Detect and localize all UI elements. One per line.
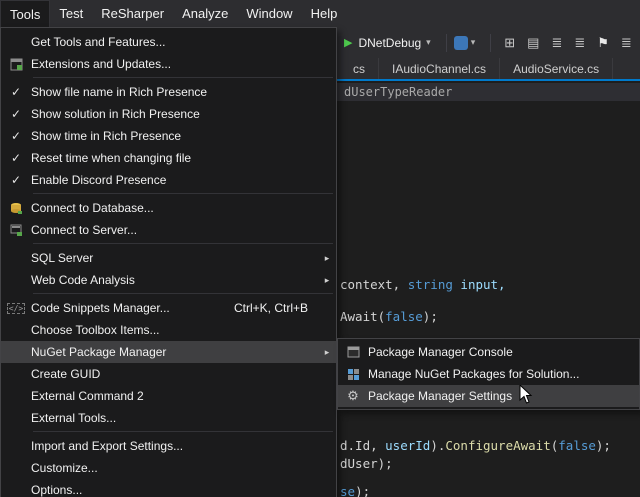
extensions-icon bbox=[1, 58, 31, 71]
menu-analyze[interactable]: Analyze bbox=[173, 0, 237, 27]
attach-icon[interactable] bbox=[454, 36, 468, 50]
menu-window[interactable]: Window bbox=[237, 0, 301, 27]
debug-target-label[interactable]: DNetDebug bbox=[358, 36, 421, 50]
mouse-cursor bbox=[519, 385, 533, 410]
menu-item-choose-toolbox-items[interactable]: Choose Toolbox Items... bbox=[1, 319, 336, 341]
check-icon: ✓ bbox=[1, 151, 31, 165]
menu-item-sql-server[interactable]: SQL Server ▸ bbox=[1, 247, 336, 269]
menu-item-show-file-name-rich-presence[interactable]: ✓ Show file name in Rich Presence bbox=[1, 81, 336, 103]
check-icon: ✓ bbox=[1, 173, 31, 187]
menu-item-nuget-package-manager[interactable]: NuGet Package Manager ▸ bbox=[1, 341, 336, 363]
menu-separator bbox=[33, 243, 333, 244]
indent-list-icon[interactable]: ≣ bbox=[574, 35, 585, 51]
tab-audioservice[interactable]: AudioService.cs bbox=[500, 58, 613, 79]
check-icon: ✓ bbox=[1, 85, 31, 99]
gear-icon: ⚙ bbox=[338, 388, 368, 404]
menu-item-manage-nuget-packages-solution[interactable]: Manage NuGet Packages for Solution... bbox=[338, 363, 639, 385]
line-list-icon[interactable]: ≣ bbox=[551, 35, 562, 51]
menu-item-create-guid[interactable]: Create GUID bbox=[1, 363, 336, 385]
menu-item-show-time-rich-presence[interactable]: ✓ Show time in Rich Presence bbox=[1, 125, 336, 147]
code-line: context, string input, bbox=[340, 277, 506, 293]
menu-tools[interactable]: Tools bbox=[0, 0, 50, 27]
submenu-arrow-icon: ▸ bbox=[318, 347, 336, 358]
code-line: se); bbox=[340, 484, 370, 497]
menu-item-get-tools-and-features[interactable]: Get Tools and Features... bbox=[1, 31, 336, 53]
menu-separator bbox=[33, 431, 333, 432]
menu-item-code-snippets-manager[interactable]: </> Code Snippets Manager... Ctrl+K, Ctr… bbox=[1, 297, 336, 319]
menu-item-show-solution-rich-presence[interactable]: ✓ Show solution in Rich Presence bbox=[1, 103, 336, 125]
menu-item-enable-discord-presence[interactable]: ✓ Enable Discord Presence bbox=[1, 169, 336, 191]
tools-menu: Get Tools and Features... Extensions and… bbox=[0, 27, 337, 497]
menu-item-connect-to-server[interactable]: Connect to Server... bbox=[1, 219, 336, 241]
new-window-icon[interactable]: ⊞ bbox=[504, 35, 515, 51]
debug-target-dropdown-icon[interactable]: ▾ bbox=[426, 37, 431, 48]
code-snippets-icon: </> bbox=[1, 303, 31, 314]
menu-item-external-command-2[interactable]: External Command 2 bbox=[1, 385, 336, 407]
menu-item-import-export-settings[interactable]: Import and Export Settings... bbox=[1, 435, 336, 457]
menu-item-package-manager-settings[interactable]: ⚙ Package Manager Settings bbox=[338, 385, 639, 407]
nav-text: dUserTypeReader bbox=[344, 85, 452, 99]
check-icon: ✓ bbox=[1, 129, 31, 143]
shortcut-label: Ctrl+K, Ctrl+B bbox=[234, 301, 308, 315]
menu-item-web-code-analysis[interactable]: Web Code Analysis ▸ bbox=[1, 269, 336, 291]
menu-item-customize[interactable]: Customize... bbox=[1, 457, 336, 479]
tab-document[interactable]: cs bbox=[340, 58, 379, 79]
code-line: Await(false); bbox=[340, 309, 438, 325]
menu-separator bbox=[33, 193, 333, 194]
menubar: Tools Test ReSharper Analyze Window Help bbox=[0, 0, 640, 27]
database-connect-icon bbox=[1, 202, 31, 215]
menu-test[interactable]: Test bbox=[50, 0, 92, 27]
menu-separator bbox=[33, 293, 333, 294]
code-line: dUser); bbox=[340, 456, 393, 472]
start-debug-icon[interactable]: ▶ bbox=[344, 36, 352, 49]
attach-dropdown-icon[interactable]: ▾ bbox=[471, 37, 476, 48]
server-connect-icon bbox=[1, 224, 31, 237]
menu-item-extensions-and-updates[interactable]: Extensions and Updates... bbox=[1, 53, 336, 75]
menu-item-connect-to-database[interactable]: Connect to Database... bbox=[1, 197, 336, 219]
code-line: d.Id, userId).ConfigureAwait(false); bbox=[340, 438, 611, 454]
vs-window: context, string input, Await(false); d.I… bbox=[0, 0, 640, 497]
menu-item-external-tools[interactable]: External Tools... bbox=[1, 407, 336, 429]
check-icon: ✓ bbox=[1, 107, 31, 121]
tab-iaudiochannel[interactable]: IAudioChannel.cs bbox=[379, 58, 500, 79]
submenu-arrow-icon: ▸ bbox=[318, 253, 336, 264]
menu-item-package-manager-console[interactable]: Package Manager Console bbox=[338, 341, 639, 363]
menu-separator bbox=[33, 77, 333, 78]
menu-help[interactable]: Help bbox=[302, 0, 347, 27]
toolbar-separator bbox=[490, 34, 491, 52]
navigate-list-icon[interactable]: ▤ bbox=[527, 35, 539, 51]
bookmark-icon[interactable]: ⚑ bbox=[597, 35, 609, 51]
menu-resharper[interactable]: ReSharper bbox=[92, 0, 173, 27]
packages-grid-icon bbox=[338, 368, 368, 380]
menu-item-reset-time-changing-file[interactable]: ✓ Reset time when changing file bbox=[1, 147, 336, 169]
task-list-icon[interactable]: ≣ bbox=[621, 35, 632, 51]
console-icon bbox=[338, 346, 368, 358]
submenu-arrow-icon: ▸ bbox=[318, 275, 336, 286]
menu-item-options[interactable]: Options... bbox=[1, 479, 336, 497]
toolbar-separator bbox=[446, 34, 447, 52]
nuget-submenu: Package Manager Console Manage NuGet Pac… bbox=[337, 338, 640, 410]
